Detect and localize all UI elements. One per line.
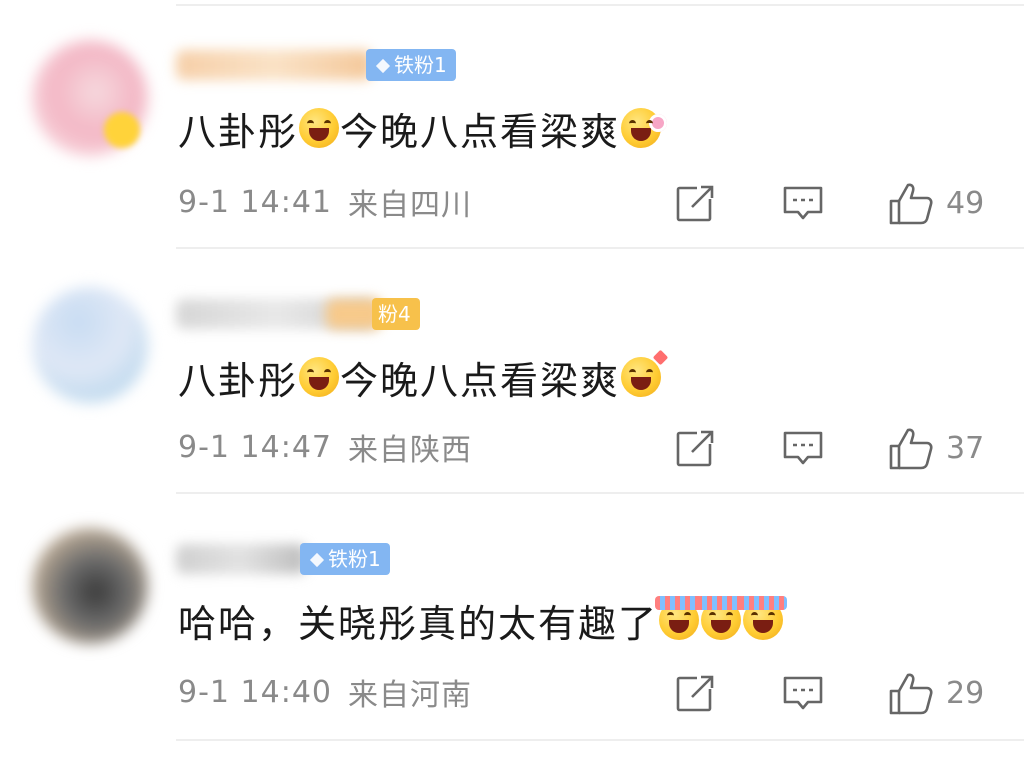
thumbs-up-icon	[889, 183, 933, 225]
comment-item: 粉4 八卦彤 今晚八点看梁爽 9-1 14:47 来自陕西 37	[0, 249, 1024, 494]
cheering-emoji	[697, 596, 746, 640]
diamond-icon	[375, 58, 391, 74]
comment-location: 来自河南	[348, 678, 473, 713]
avatar-badge	[104, 112, 140, 148]
cheering-emoji	[655, 596, 704, 640]
comment-date: 9-1	[178, 429, 230, 465]
comment-meta: 9-1 14:40 来自河南	[178, 668, 472, 716]
comment-text: 哈哈，关晓彤真的太有趣了	[178, 590, 788, 650]
like-button[interactable]: 29	[888, 671, 984, 715]
comment-location: 来自陕西	[348, 433, 473, 468]
like-count: 29	[946, 675, 985, 711]
avatar[interactable]	[32, 287, 148, 403]
comment-icon	[783, 186, 823, 220]
comment-meta: 9-1 14:41 来自四川	[178, 178, 472, 226]
heart-emoji	[621, 349, 669, 397]
share-button[interactable]	[675, 671, 719, 715]
share-icon	[676, 185, 714, 222]
comment-text-part: 今晚八点看梁爽	[340, 109, 621, 154]
comment-text-part: 八卦彤	[178, 109, 299, 154]
comment-icon	[783, 431, 823, 465]
comment-text: 八卦彤 今晚八点看梁爽	[178, 347, 669, 407]
comment-date: 9-1	[178, 674, 230, 710]
divider	[176, 739, 1024, 741]
comment-text-part: 八卦彤	[178, 358, 299, 403]
comment-time: 14:47	[240, 429, 333, 465]
username[interactable]	[176, 544, 306, 574]
like-button[interactable]: 37	[888, 426, 984, 470]
comment-text-part: 哈哈，关晓彤真的太有趣了	[178, 601, 659, 646]
flower-emoji	[621, 108, 668, 148]
comment-button[interactable]	[782, 671, 826, 715]
laughing-emoji	[299, 108, 340, 148]
comment-date: 9-1	[178, 184, 230, 220]
fan-badge: 铁粉1	[300, 543, 390, 575]
comment-time: 14:40	[240, 674, 333, 710]
comment-item: 铁粉1 八卦彤 今晚八点看梁爽 9-1 14:41 来自四川 49	[0, 0, 1024, 249]
comment-location: 来自四川	[348, 188, 473, 223]
diamond-icon	[309, 552, 325, 568]
comment-button[interactable]	[782, 426, 826, 470]
cheering-emoji	[739, 596, 788, 640]
like-button[interactable]: 49	[888, 181, 984, 225]
comment-text-part: 今晚八点看梁爽	[340, 358, 621, 403]
like-count: 49	[946, 185, 985, 221]
share-icon	[676, 430, 714, 467]
comment-icon	[783, 676, 823, 710]
like-count: 37	[946, 430, 985, 466]
fan-badge: 粉4	[372, 298, 420, 330]
fan-badge: 铁粉1	[366, 49, 456, 81]
laughing-emoji	[299, 357, 340, 397]
thumbs-up-icon	[889, 673, 933, 715]
share-icon	[676, 675, 714, 712]
thumbs-up-icon	[889, 428, 933, 470]
comment-item: 铁粉1 哈哈，关晓彤真的太有趣了 9-1 14:40 来自河南 29	[0, 494, 1024, 741]
username[interactable]	[176, 50, 372, 80]
comment-time: 14:41	[240, 184, 333, 220]
share-button[interactable]	[675, 181, 719, 225]
comment-text: 八卦彤 今晚八点看梁爽	[178, 98, 668, 158]
comment-meta: 9-1 14:47 来自陕西	[178, 423, 472, 471]
avatar[interactable]	[32, 528, 148, 644]
share-button[interactable]	[675, 426, 719, 470]
comment-button[interactable]	[782, 181, 826, 225]
